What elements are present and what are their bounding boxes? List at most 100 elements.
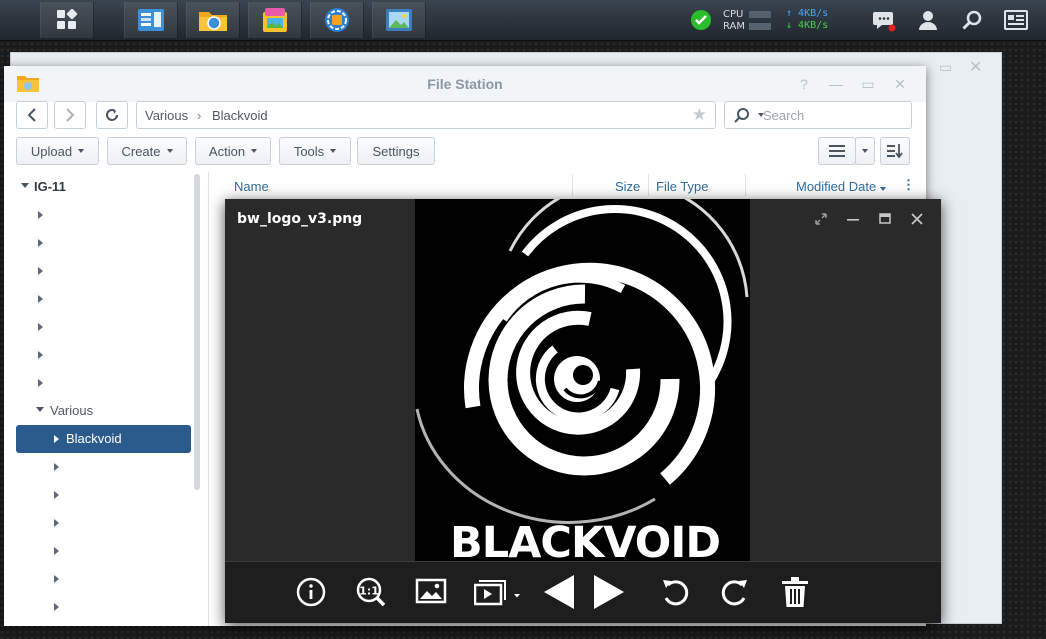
breadcrumb-blackvoid[interactable]: Blackvoid — [212, 108, 268, 123]
zoom-actual-size-icon: 1:1 — [356, 577, 386, 607]
view-mode-dropdown[interactable] — [855, 137, 875, 165]
maximize-icon[interactable]: ▭ — [860, 76, 876, 92]
cpu-usage-bar — [749, 11, 771, 18]
set-wallpaper-button[interactable] — [411, 572, 451, 612]
taskbar-package-center[interactable] — [124, 2, 178, 38]
favorite-star-icon[interactable]: ★ — [692, 105, 707, 125]
close-icon[interactable]: ✕ — [892, 76, 908, 92]
previous-icon — [544, 575, 574, 609]
rotate-left-button[interactable] — [655, 572, 695, 612]
actual-size-button[interactable]: 1:1 — [351, 572, 391, 612]
bg-minimize-icon[interactable]: ▭ — [939, 59, 952, 76]
tree-expand-icon[interactable] — [38, 323, 43, 331]
tree-expand-icon[interactable] — [38, 351, 43, 359]
search-icon — [962, 10, 982, 30]
tree-root-label[interactable]: IG-11 — [34, 179, 66, 194]
tree-expand-icon[interactable] — [38, 239, 43, 247]
action-label: Action — [208, 143, 246, 159]
rotate-left-icon — [663, 580, 689, 606]
tree-collapse-icon[interactable] — [21, 183, 29, 188]
slideshow-button[interactable] — [471, 572, 523, 612]
upload-speed: ↑ 4KB/s — [786, 8, 829, 19]
tree-expand-icon[interactable] — [38, 295, 43, 303]
next-image-button[interactable] — [589, 572, 629, 612]
minimize-icon — [847, 219, 859, 221]
column-modified-date[interactable]: Modified Date — [796, 179, 887, 194]
search-button[interactable] — [960, 8, 984, 32]
taskbar-photo-station[interactable] — [248, 2, 302, 38]
taskbar-file-station[interactable] — [186, 2, 240, 38]
window-title: File Station — [427, 76, 503, 92]
view-mode-button[interactable] — [818, 137, 856, 165]
viewer-minimize-button[interactable] — [845, 211, 861, 227]
user-account-button[interactable] — [916, 8, 940, 32]
action-button[interactable]: Action — [195, 137, 271, 165]
tree-expand-icon[interactable] — [54, 519, 59, 527]
bg-close-icon[interactable]: ✕ — [969, 57, 982, 77]
system-health-status[interactable] — [689, 8, 713, 32]
tools-label: Tools — [293, 143, 325, 159]
widgets-button[interactable] — [1004, 8, 1028, 32]
column-options-icon[interactable]: ⋮ — [902, 177, 915, 193]
maximize-icon — [879, 213, 891, 224]
chevron-right-icon — [66, 108, 75, 122]
tree-expand-icon[interactable] — [54, 491, 59, 499]
taskbar-image-viewer[interactable] — [372, 2, 426, 38]
tree-expand-icon[interactable] — [54, 575, 59, 583]
settings-label: Settings — [372, 143, 420, 159]
column-size[interactable]: Size — [615, 179, 640, 194]
list-view-icon — [829, 145, 845, 157]
breadcrumb-various[interactable]: Various — [145, 108, 188, 123]
chat-bubble-icon — [873, 12, 896, 32]
search-field[interactable]: Search — [724, 101, 912, 129]
create-button[interactable]: Create — [107, 137, 187, 165]
caret-down-icon — [330, 149, 337, 153]
sort-button[interactable] — [880, 137, 910, 165]
tree-collapse-icon[interactable] — [36, 407, 44, 412]
refresh-button[interactable] — [96, 101, 128, 129]
tree-expand-icon[interactable] — [38, 211, 43, 219]
tree-expand-icon[interactable] — [38, 379, 43, 387]
path-bar[interactable]: Various › Blackvoid ★ — [136, 101, 716, 129]
tree-expand-icon — [54, 435, 59, 443]
tree-expand-icon[interactable] — [54, 547, 59, 555]
column-file-type[interactable]: File Type — [656, 179, 709, 194]
settings-button[interactable]: Settings — [357, 137, 435, 165]
tree-item-various[interactable]: Various — [50, 403, 93, 418]
column-name[interactable]: Name — [234, 179, 269, 194]
viewer-maximize-button[interactable] — [877, 211, 893, 227]
forward-button[interactable] — [54, 101, 86, 129]
file-station-titlebar[interactable]: File Station ? — ▭ ✕ — [4, 66, 926, 102]
viewer-close-button[interactable] — [909, 211, 925, 227]
tree-expand-icon[interactable] — [38, 267, 43, 275]
upload-button[interactable]: Upload — [16, 137, 99, 165]
help-icon[interactable]: ? — [796, 76, 812, 92]
create-label: Create — [121, 143, 161, 159]
tree-scrollbar[interactable] — [194, 174, 200, 490]
tree-expand-icon[interactable] — [54, 463, 59, 471]
taskbar-control-panel[interactable] — [310, 2, 364, 38]
taskbar: CPU RAM ↑ 4KB/s ↓ 4KB/s — [0, 0, 1046, 41]
user-icon — [919, 11, 937, 30]
main-menu-button[interactable] — [40, 2, 94, 38]
breadcrumb-separator-icon: › — [197, 108, 202, 123]
chevron-left-icon — [27, 108, 36, 122]
notifications-button[interactable] — [872, 8, 896, 32]
fullscreen-button[interactable] — [813, 211, 829, 227]
next-icon — [594, 575, 624, 609]
file-station-icon — [199, 12, 227, 31]
delete-button[interactable] — [775, 572, 815, 612]
upload-label: Upload — [30, 143, 73, 159]
tree-item-blackvoid-selected[interactable]: Blackvoid — [16, 425, 191, 453]
pane-divider[interactable] — [208, 172, 209, 626]
column-separator — [572, 174, 573, 196]
image-preview[interactable]: BLACKVOID — [415, 199, 750, 568]
rotate-right-button[interactable] — [715, 572, 755, 612]
info-button[interactable] — [291, 572, 331, 612]
tree-expand-icon[interactable] — [54, 603, 59, 611]
minimize-icon[interactable]: — — [828, 76, 844, 92]
previous-image-button[interactable] — [539, 572, 579, 612]
back-button[interactable] — [16, 101, 48, 129]
tools-button[interactable]: Tools — [279, 137, 351, 165]
svg-text:1:1: 1:1 — [359, 585, 379, 598]
